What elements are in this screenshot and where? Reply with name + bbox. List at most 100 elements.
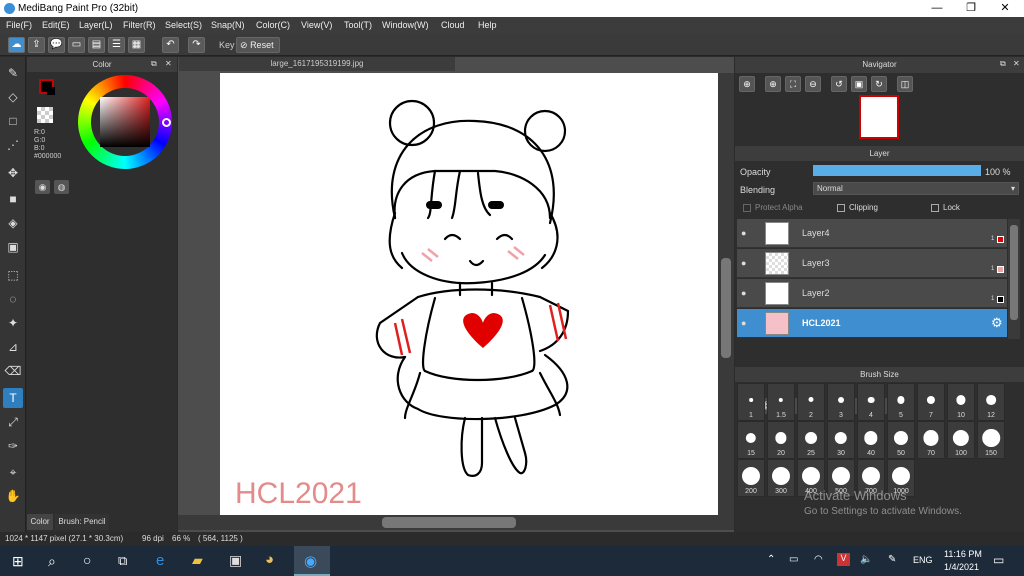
magic-wand-icon[interactable]: ✦ — [3, 313, 23, 333]
minimize-button[interactable]: — — [920, 0, 954, 17]
gear-icon[interactable]: ⚙ — [991, 315, 1003, 331]
tab-brush[interactable]: Brush: Pencil — [55, 514, 109, 530]
vertical-scroll-thumb[interactable] — [721, 258, 731, 358]
chat-icon[interactable]: ▭ — [68, 37, 85, 53]
antivirus-icon[interactable]: V — [837, 553, 850, 566]
protect-alpha-checkbox[interactable]: Protect Alpha — [743, 203, 803, 212]
list-icon[interactable]: ☰ — [108, 37, 125, 53]
layer-row-selected[interactable]: ● HCL2021 ⚙ — [737, 309, 1007, 338]
menu-tool[interactable]: Tool(T) — [344, 20, 372, 30]
brush-size-cell[interactable]: 7 — [917, 383, 945, 421]
brush-size-cell[interactable]: 40 — [857, 421, 885, 459]
navigator-float-icon[interactable]: ⧉ — [1000, 59, 1006, 69]
navigator-close-icon[interactable]: ✕ — [1013, 59, 1020, 68]
horizontal-scrollbar[interactable] — [178, 515, 734, 530]
palette-icon[interactable]: ◉ — [35, 180, 50, 194]
layer-row[interactable]: ● Layer3 1 — [737, 249, 1007, 278]
grid-icon[interactable]: ▦ — [128, 37, 145, 53]
reset-button[interactable]: ⊘ Reset — [236, 37, 280, 53]
redo-icon[interactable]: ↷ — [188, 37, 205, 53]
clipping-checkbox[interactable]: Clipping — [837, 203, 878, 212]
edge-icon[interactable]: e — [156, 552, 164, 569]
clock-time[interactable]: 11:16 PM — [944, 549, 982, 559]
volume-icon[interactable]: 🔈 — [860, 554, 872, 565]
hand-tool-icon[interactable]: ✋ — [3, 486, 23, 506]
mirror-icon[interactable]: ◫ — [897, 76, 913, 92]
select-rect-icon[interactable]: ⬚ — [3, 265, 23, 285]
share-icon[interactable]: ⇪ — [28, 37, 45, 53]
secondary-color-swatch[interactable] — [47, 87, 55, 95]
rotate-right-icon[interactable]: ↻ — [871, 76, 887, 92]
brush-size-cell[interactable]: 4 — [857, 383, 885, 421]
transparent-swatch[interactable] — [37, 107, 53, 123]
blending-select[interactable]: Normal ▾ — [813, 182, 1019, 195]
layer-scroll-thumb[interactable] — [1010, 225, 1018, 320]
eyedropper-icon[interactable]: ⌖ — [3, 462, 23, 482]
brush-size-cell[interactable]: 10 — [947, 383, 975, 421]
brush-size-cell[interactable]: 25 — [797, 421, 825, 459]
opacity-slider[interactable] — [813, 165, 981, 176]
cortana-icon[interactable]: ○ — [83, 552, 91, 568]
hue-ring[interactable] — [78, 75, 172, 169]
hue-picker[interactable] — [162, 118, 171, 127]
brush-size-cell[interactable]: 3 — [827, 383, 855, 421]
menu-help[interactable]: Help — [478, 20, 497, 30]
menu-snap[interactable]: Snap(N) — [211, 20, 245, 30]
select-pen-icon[interactable]: ⊿ — [3, 337, 23, 357]
battery-icon[interactable]: ▭ — [789, 554, 798, 565]
file-explorer-icon[interactable]: ▰ — [192, 552, 203, 569]
move-tool-icon[interactable]: ✥ — [3, 163, 23, 183]
comment-icon[interactable]: 💬 — [48, 37, 65, 53]
float-icon[interactable]: ⧉ — [151, 59, 157, 69]
brush-size-cell[interactable]: 12 — [977, 383, 1005, 421]
clock-date[interactable]: 1/4/2021 — [944, 562, 979, 572]
pen-icon[interactable]: ✎ — [888, 554, 896, 565]
store-icon[interactable]: ▣ — [229, 552, 242, 569]
task-view-icon[interactable]: ⧉ — [118, 553, 127, 569]
lasso-icon[interactable]: ◌ — [3, 289, 23, 309]
medibang-taskbar-button[interactable]: ◉ — [294, 546, 330, 576]
menu-window[interactable]: Window(W) — [382, 20, 429, 30]
eye-icon[interactable]: ● — [741, 228, 746, 238]
chevron-up-icon[interactable]: ⌃ — [767, 554, 775, 565]
text-tool-icon[interactable]: T — [3, 388, 23, 408]
document-icon[interactable]: ▤ — [88, 37, 105, 53]
rotate-left-icon[interactable]: ↺ — [831, 76, 847, 92]
notification-icon[interactable]: ▭ — [993, 553, 1004, 567]
lock-checkbox[interactable]: Lock — [931, 203, 960, 212]
menu-filter[interactable]: Filter(R) — [123, 20, 156, 30]
brush-size-cell[interactable]: 70 — [917, 421, 945, 459]
brush-size-cell[interactable]: 15 — [737, 421, 765, 459]
fit-icon[interactable]: ⛶ — [785, 76, 801, 92]
select-eraser-icon[interactable]: ⌫ — [3, 361, 23, 381]
gradient-tool-icon[interactable]: ▣ — [3, 237, 23, 257]
cloud-icon[interactable]: ☁ — [8, 37, 25, 53]
brush-size-cell[interactable]: 100 — [947, 421, 975, 459]
undo-icon[interactable]: ↶ — [162, 37, 179, 53]
operation-tool-icon[interactable]: ⤢ — [3, 412, 23, 432]
menu-layer[interactable]: Layer(L) — [79, 20, 113, 30]
close-icon[interactable]: ✕ — [165, 59, 172, 68]
drawing-canvas[interactable]: HCL2021 — [220, 73, 718, 515]
dotted-brush-icon[interactable]: ⋰ — [3, 135, 23, 155]
paint-app-icon[interactable]: ◕ — [265, 551, 274, 568]
menu-edit[interactable]: Edit(E) — [42, 20, 70, 30]
eraser-tool-icon[interactable]: ◇ — [3, 87, 23, 107]
brush-size-cell[interactable]: 2 — [797, 383, 825, 421]
layer-row[interactable]: ● Layer2 1 — [737, 279, 1007, 308]
language-indicator[interactable]: ENG — [913, 555, 933, 565]
layer-scrollbar[interactable] — [1008, 219, 1020, 339]
tab-color[interactable]: Color — [27, 514, 53, 530]
menu-file[interactable]: File(F) — [6, 20, 32, 30]
brush-size-cell[interactable]: 1 — [737, 383, 765, 421]
windows-start-icon[interactable]: ⊞ — [12, 553, 24, 570]
palette-add-icon[interactable]: ◍ — [54, 180, 69, 194]
zoom-plus-icon[interactable]: ⊕ — [765, 76, 781, 92]
layer-row[interactable]: ● Layer4 1 — [737, 219, 1007, 248]
document-tab[interactable]: large_1617195319199.jpg — [179, 57, 455, 71]
navigator-thumbnail[interactable] — [859, 95, 899, 139]
menu-view[interactable]: View(V) — [301, 20, 332, 30]
rectangle-tool-icon[interactable]: □ — [3, 111, 23, 131]
eye-icon[interactable]: ● — [741, 258, 746, 268]
close-button[interactable]: ✕ — [988, 0, 1022, 17]
